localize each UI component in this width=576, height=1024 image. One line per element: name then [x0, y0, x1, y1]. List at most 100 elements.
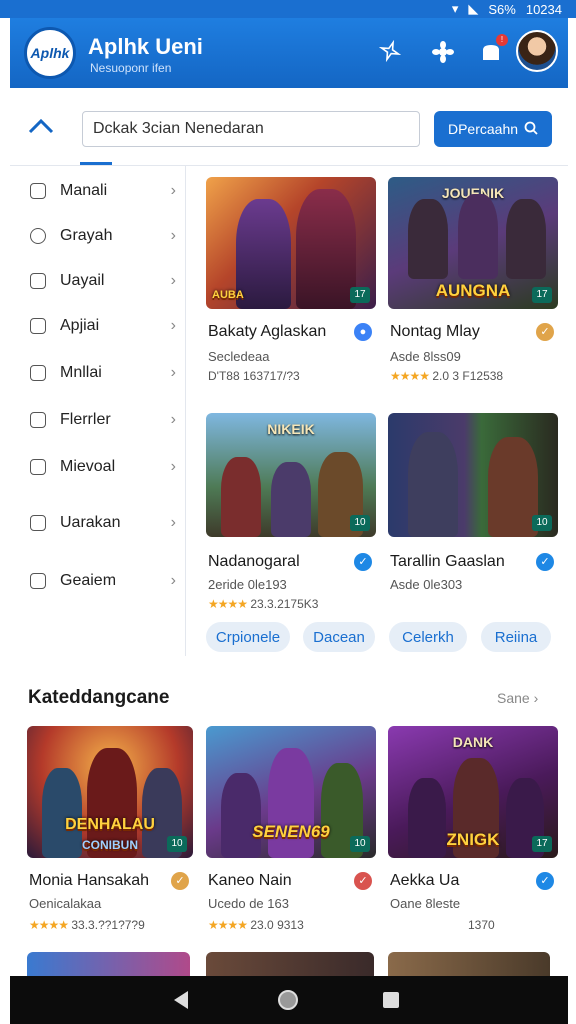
chevron-right-icon: ›: [170, 317, 176, 334]
square-icon: [30, 515, 46, 531]
card-meta: D'T88 163717/?3: [208, 369, 300, 383]
game-thumbnail: AUBA 17: [206, 177, 376, 309]
square-icon: [30, 318, 46, 334]
battery-text: S6%: [488, 1, 516, 17]
chevron-right-icon: ›: [170, 514, 176, 531]
search-button-label: DPercaahn: [447, 121, 519, 137]
sidebar-item-apjiai[interactable]: Apjiai ›: [10, 306, 186, 346]
card-title: Nontag Mlay: [390, 323, 480, 340]
game-thumbnail: JOUENIK AUNGNA 17: [388, 177, 558, 309]
card-meta-text: 23.0 9313: [250, 918, 304, 932]
see-more-label: Sane: [497, 690, 530, 706]
square-icon: [30, 459, 46, 475]
sidebar-item-uayail[interactable]: Uayail ›: [10, 261, 186, 301]
thumbnail-title: NIKEIK: [267, 421, 315, 437]
back-icon[interactable]: [174, 991, 188, 1009]
game-card[interactable]: SENEN69 10 Kaneo Nain ✓ Ucedo de 163 ★★★…: [206, 726, 376, 936]
sidebar-item-label: Geaiem: [60, 572, 117, 589]
chevron-up-icon[interactable]: [26, 112, 58, 140]
sidebar-item-uarakan[interactable]: Uarakan ›: [10, 503, 186, 543]
chevron-right-icon: ›: [170, 364, 176, 381]
card-meta-text: 23.3.2175K3: [250, 597, 319, 611]
game-thumbnail-partial[interactable]: [388, 952, 550, 976]
game-thumbnail: 10: [388, 413, 558, 537]
card-subtitle: Oane 8leste: [390, 896, 461, 911]
thumbnail-title: DANK: [452, 734, 494, 750]
search-row: DPercaahn: [10, 88, 568, 166]
sidebar-item-label: Grayah: [60, 227, 113, 244]
verified-icon: ✓: [536, 553, 554, 571]
card-title: Aekka Ua: [390, 872, 460, 889]
search-button[interactable]: DPercaahn: [434, 111, 552, 147]
game-thumbnail-partial[interactable]: [27, 952, 190, 976]
square-icon: [30, 273, 46, 289]
card-title: Bakaty Aglaskan: [208, 323, 327, 340]
game-thumbnail: NIKEIK 10: [206, 413, 376, 537]
sidebar-item-grayah[interactable]: Grayah ›: [10, 216, 186, 256]
clock: 10234: [525, 1, 562, 17]
sidebar-item-manali[interactable]: Manali ›: [10, 171, 186, 211]
card-meta-text: 33.3.??1?7?9: [71, 918, 145, 932]
sparkle-icon[interactable]: [377, 39, 403, 66]
sidebar: Manali › Grayah › Uayail › Apjiai › Mnllai › …: [10, 166, 186, 656]
verified-icon: ✓: [536, 323, 554, 341]
home-icon[interactable]: [278, 990, 298, 1010]
game-card[interactable]: DENHALAU CONIBUN 10 Monia Hansakah ✓ Oen…: [27, 726, 197, 936]
notification-bell-icon[interactable]: !: [478, 34, 508, 64]
chevron-right-icon: ›: [533, 690, 539, 706]
recents-icon[interactable]: [383, 992, 399, 1008]
game-card[interactable]: 10 Tarallin Gaaslan ✓ Asde 0le303: [388, 413, 558, 613]
rating-stars: ★★★★: [390, 369, 430, 383]
sidebar-item-label: Apjiai: [60, 317, 100, 334]
card-meta-text: 2.0 3 F12538: [432, 369, 504, 383]
filter-chip[interactable]: Celerkh: [389, 622, 467, 652]
game-thumbnail-partial[interactable]: [206, 952, 374, 976]
game-thumbnail: SENEN69 10: [206, 726, 376, 858]
system-nav-bar: [10, 976, 568, 1024]
square-icon: [30, 365, 46, 381]
sidebar-item-label: Mievoal: [60, 458, 116, 475]
sidebar-item-label: Uarakan: [60, 514, 121, 531]
sidebar-item-mievoal[interactable]: Mievoal ›: [10, 447, 186, 487]
game-card[interactable]: NIKEIK 10 Nadanogaral ✓ 2eride 0le193 ★★…: [206, 413, 376, 613]
app-logo[interactable]: Aplhk: [24, 27, 76, 79]
sidebar-item-label: Manali: [60, 182, 108, 199]
card-subtitle: Oenicalakaa: [29, 896, 102, 911]
thumbnail-badge: 17: [532, 287, 552, 303]
see-more-link[interactable]: Sane ›: [497, 690, 538, 706]
card-subtitle: Asde 8lss09: [390, 349, 461, 364]
game-thumbnail: DENHALAU CONIBUN 10: [27, 726, 193, 858]
thumbnail-badge: 10: [167, 836, 187, 852]
filter-chip[interactable]: Reiina: [481, 622, 551, 652]
card-meta: ★★★★ 23.0 9313: [208, 918, 304, 932]
sidebar-item-mnllai[interactable]: Mnllai ›: [10, 353, 186, 393]
game-card[interactable]: JOUENIK AUNGNA 17 Nontag Mlay ✓ Asde 8ls…: [388, 177, 558, 392]
active-tab-indicator: [80, 162, 112, 165]
sidebar-item-label: Mnllai: [60, 364, 102, 381]
sidebar-item-geaiem[interactable]: Geaiem ›: [10, 561, 186, 601]
gear-icon[interactable]: [430, 40, 456, 66]
sidebar-item-flerrler[interactable]: Flerrler ›: [10, 400, 186, 440]
game-card[interactable]: DANK ZNIGK 17 Aekka Ua ✓ Oane 8leste 137…: [388, 726, 558, 936]
verified-icon: ✓: [354, 872, 372, 890]
filter-chip[interactable]: Crpionele: [206, 622, 290, 652]
rating-stars: ★★★★: [208, 597, 248, 611]
app-title: Aplhk Ueni: [88, 34, 203, 59]
verified-icon: ●: [354, 323, 372, 341]
avatar[interactable]: [516, 30, 558, 72]
thumbnail-text: DENHALAU: [65, 816, 155, 833]
card-subtitle: Asde 0le303: [390, 577, 463, 592]
app-subtitle: Nesuoponr ifen: [90, 61, 172, 75]
square-icon: [30, 573, 46, 589]
verified-icon: ✓: [354, 553, 372, 571]
thumbnail-badge: 10: [350, 515, 370, 531]
search-input[interactable]: [82, 111, 420, 147]
game-card[interactable]: AUBA 17 Bakaty Aglaskan ● Secledeaa D'T8…: [206, 177, 376, 392]
app-header: Aplhk Aplhk Ueni Nesuoponr ifen !: [10, 18, 568, 88]
card-meta: ★★★★ 33.3.??1?7?9: [29, 918, 145, 932]
square-icon: [30, 183, 46, 199]
sidebar-item-label: Flerrler: [60, 411, 111, 428]
card-meta: ★★★★ 23.3.2175K3: [208, 597, 318, 611]
filter-chip[interactable]: Dacean: [303, 622, 375, 652]
square-icon: [30, 412, 46, 428]
